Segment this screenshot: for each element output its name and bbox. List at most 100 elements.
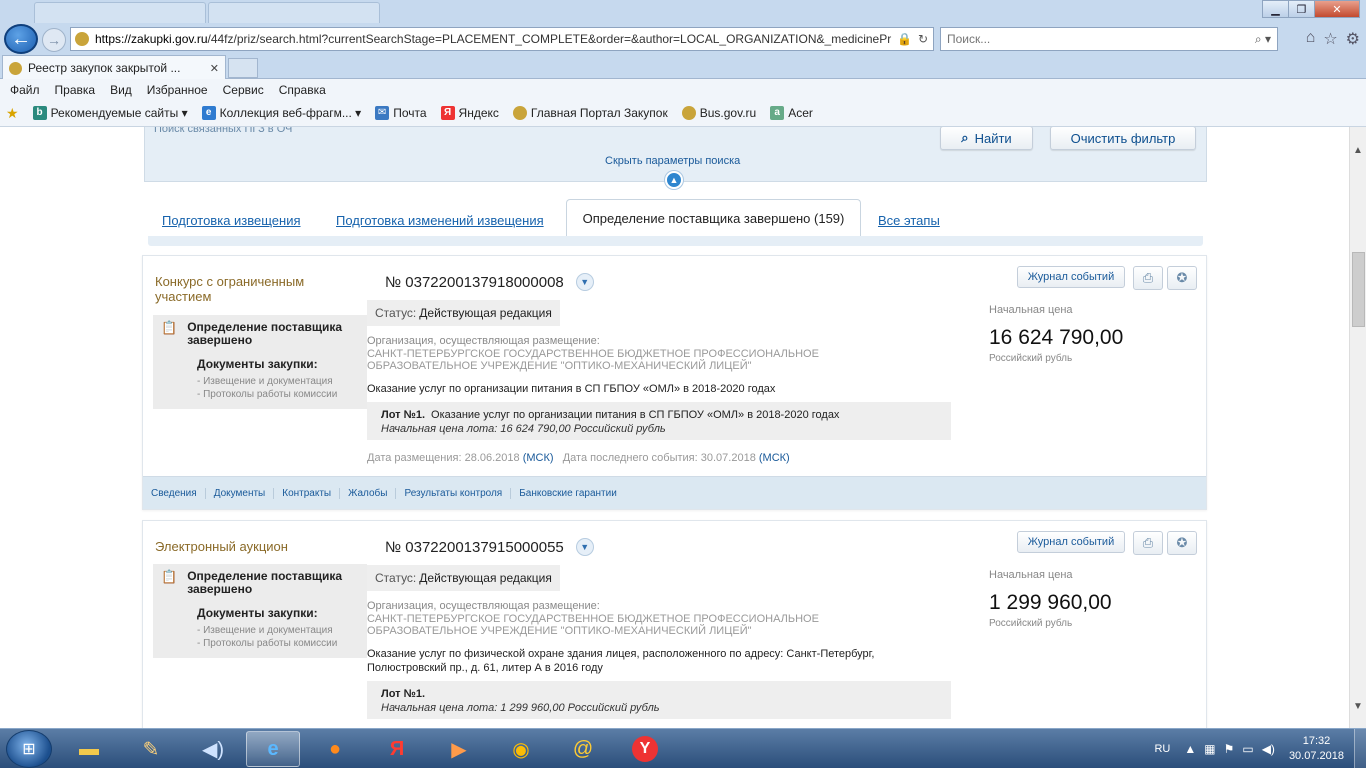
print-button[interactable]: ⎙	[1133, 531, 1163, 555]
lock-icon[interactable]: 🔒	[897, 32, 912, 46]
language-indicator[interactable]: RU	[1154, 743, 1170, 755]
taskbar-paint[interactable]: ✎	[124, 731, 178, 767]
clear-filter-button[interactable]: Очистить фильтр	[1050, 127, 1196, 150]
gear-icon[interactable]: ⚙	[1346, 29, 1360, 49]
search-box[interactable]: ⌕ ▾	[940, 27, 1278, 51]
print-button[interactable]: ⎙	[1133, 266, 1163, 290]
purchase-subject: Оказание услуг по организации питания в …	[367, 383, 776, 395]
tab-notice-changes-prep[interactable]: Подготовка изменений извещения	[336, 213, 544, 228]
background-tab-2[interactable]	[208, 2, 380, 23]
show-desktop-button[interactable]	[1354, 729, 1366, 768]
new-tab-button[interactable]	[228, 58, 258, 78]
chevron-up-icon[interactable]: ▲	[665, 171, 683, 189]
purchase-number[interactable]: № 0372200137915000055 ▼	[385, 538, 594, 556]
firefox-icon: ●	[328, 737, 342, 760]
search-icon[interactable]: ⌕ ▾	[1255, 32, 1271, 47]
purchase-number[interactable]: № 0372200137918000008 ▼	[385, 273, 594, 291]
event-journal-button[interactable]: Журнал событий	[1017, 531, 1125, 553]
url-host: https://zakupki.gov.ru	[95, 32, 208, 46]
taskbar-chrome[interactable]: ◉	[494, 731, 548, 767]
taskbar-mail[interactable]: @	[556, 731, 610, 767]
address-url[interactable]: https://zakupki.gov.ru/44fz/priz/search.…	[95, 32, 897, 46]
certificate-button[interactable]: ✪	[1167, 531, 1197, 555]
close-tab-icon[interactable]: ✕	[210, 62, 219, 75]
fav-webslice-gallery[interactable]: e Коллекция веб-фрагм... ▾	[201, 106, 361, 120]
menu-help[interactable]: Справка	[279, 83, 326, 97]
menu-file[interactable]: Файл	[10, 83, 40, 97]
battery-icon[interactable]: ▭	[1242, 742, 1253, 756]
docs-notice-link[interactable]: - Извещение и документация	[197, 375, 359, 388]
docs-notice-link[interactable]: - Извещение и документация	[197, 624, 359, 637]
printer-icon: ⎙	[1142, 535, 1154, 550]
menu-tools[interactable]: Сервис	[223, 83, 264, 97]
menu-edit[interactable]: Правка	[55, 83, 96, 97]
footer-bank-guarantees-link[interactable]: Банковские гарантии	[511, 488, 625, 499]
minimize-button[interactable]: ▁	[1262, 0, 1289, 18]
background-tab-1[interactable]	[34, 2, 206, 23]
back-button[interactable]: ←	[4, 24, 38, 54]
taskbar-yandex[interactable]: Y	[618, 731, 672, 767]
docs-protocols-link[interactable]: - Протоколы работы комиссии	[197, 637, 359, 650]
clock[interactable]: 17:32 30.07.2018	[1289, 734, 1344, 764]
tab-supplier-determined[interactable]: Определение поставщика завершено (159)	[566, 199, 861, 237]
taskbar-firefox[interactable]: ●	[308, 731, 362, 767]
fav-mail[interactable]: ✉ Почта	[375, 106, 427, 120]
footer-details-link[interactable]: Сведения	[151, 487, 206, 499]
close-button[interactable]: ✕	[1314, 0, 1360, 18]
docs-protocols-link[interactable]: - Протоколы работы комиссии	[197, 388, 359, 401]
fav-zakupki-portal[interactable]: Главная Портал Закупок	[512, 106, 668, 120]
menu-favorites[interactable]: Избранное	[147, 83, 208, 97]
favorites-star-icon[interactable]: ☆	[1323, 29, 1337, 49]
forward-button[interactable]: →	[42, 28, 66, 52]
fav-bus-gov[interactable]: Bus.gov.ru	[681, 106, 756, 120]
chevron-down-icon[interactable]: ▼	[575, 538, 594, 556]
scroll-down-icon[interactable]: ▼	[1353, 701, 1363, 712]
page-scrollbar[interactable]: ▲ ▼	[1349, 127, 1366, 728]
taskbar-explorer[interactable]: ▬	[62, 731, 116, 767]
start-button[interactable]: ⊞	[6, 730, 52, 768]
taskbar: ⊞ ▬ ✎ ◀) e ● Я ▶ ◉ @ Y RU ▲ ▦ ⚑ ▭ ◀) 17:…	[0, 728, 1366, 768]
acer-icon: a	[770, 106, 785, 120]
org-name[interactable]: САНКТ-ПЕТЕРБУРГСКОЕ ГОСУДАРСТВЕННОЕ БЮДЖ…	[367, 613, 927, 637]
tab-all-stages[interactable]: Все этапы	[878, 213, 940, 228]
mail-icon: ✉	[375, 106, 390, 120]
scroll-thumb[interactable]	[1352, 252, 1365, 327]
tab-notice-prep[interactable]: Подготовка извещения	[162, 213, 301, 228]
find-button[interactable]: ⌕ Найти	[940, 127, 1033, 150]
arrow-left-icon: ←	[11, 27, 31, 50]
network-icon[interactable]: ▦	[1204, 742, 1215, 756]
search-input[interactable]	[947, 32, 1255, 46]
tab-active[interactable]: Реестр закупок закрытой ... ✕	[2, 55, 226, 80]
initial-price: 16 624 790,00	[989, 326, 1124, 349]
fav-acer[interactable]: a Acer	[770, 106, 813, 120]
favorites-bar: ★ b Рекомендуемые сайты ▾ e Коллекция веб-…	[0, 100, 1366, 127]
scroll-up-icon[interactable]: ▲	[1353, 145, 1363, 156]
org-label: Организация, осуществляющая размещение:	[367, 600, 600, 612]
favorites-star-icon[interactable]: ★	[6, 105, 19, 122]
flag-icon[interactable]: ⚑	[1224, 742, 1235, 756]
hide-search-params-link[interactable]: Скрыть параметры поиска	[605, 155, 740, 167]
refresh-icon[interactable]: ↻	[918, 32, 928, 46]
restore-button[interactable]: ❐	[1288, 0, 1315, 18]
taskbar-yandex-browser[interactable]: Я	[370, 731, 424, 767]
footer-complaints-link[interactable]: Жалобы	[340, 487, 397, 499]
volume-icon[interactable]: ◀)	[1262, 742, 1275, 756]
tray-expand-icon[interactable]: ▲	[1184, 742, 1196, 756]
address-bar[interactable]: https://zakupki.gov.ru/44fz/priz/search.…	[70, 27, 934, 51]
taskbar-media[interactable]: ◀)	[186, 731, 240, 767]
fav-recommended-sites[interactable]: b Рекомендуемые сайты ▾	[32, 106, 188, 120]
event-journal-button[interactable]: Журнал событий	[1017, 266, 1125, 288]
certificate-button[interactable]: ✪	[1167, 266, 1197, 290]
chevron-down-icon[interactable]: ▼	[575, 273, 594, 291]
home-icon[interactable]: ⌂	[1306, 29, 1316, 49]
footer-control-results-link[interactable]: Результаты контроля	[396, 487, 512, 499]
taskbar-ie[interactable]: e	[246, 731, 300, 767]
footer-documents-link[interactable]: Документы	[206, 487, 275, 499]
menu-view[interactable]: Вид	[110, 83, 132, 97]
fav-yandex[interactable]: Я Яндекс	[440, 106, 499, 120]
printer-icon: ⎙	[1142, 270, 1154, 285]
related-search-link[interactable]: Поиск связанных ПГЗ в ОЧ	[154, 127, 292, 135]
taskbar-player[interactable]: ▶	[432, 731, 486, 767]
footer-contracts-link[interactable]: Контракты	[274, 487, 341, 499]
org-name[interactable]: САНКТ-ПЕТЕРБУРГСКОЕ ГОСУДАРСТВЕННОЕ БЮДЖ…	[367, 348, 927, 372]
